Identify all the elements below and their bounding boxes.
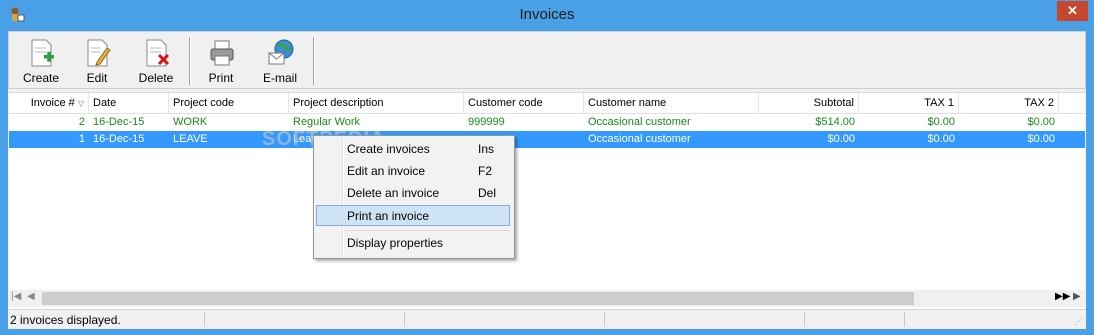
email-label: E-mail bbox=[262, 71, 297, 85]
create-document-icon bbox=[31, 39, 54, 67]
create-label: Create bbox=[22, 71, 60, 85]
menu-item-create-invoices[interactable]: Create invoices Ins bbox=[316, 139, 510, 160]
status-divider bbox=[904, 312, 905, 327]
delete-label: Delete bbox=[138, 71, 174, 85]
menu-item-shortcut: Del bbox=[478, 186, 497, 200]
delete-button[interactable]: Delete bbox=[129, 36, 183, 86]
table-row-selected[interactable]: 1 16-Dec-15 LEAVE Leav Occasional custom… bbox=[9, 131, 1085, 148]
column-header-tax1[interactable]: TAX 1 bbox=[859, 93, 959, 113]
toolbar: Create Edit Delete Print E-mail bbox=[8, 31, 1086, 89]
title-bar: Invoices ✕ bbox=[0, 0, 1094, 30]
toolbar-separator bbox=[189, 37, 191, 85]
status-divider bbox=[404, 312, 405, 327]
scroll-left-icon[interactable]: ◀ bbox=[27, 291, 35, 302]
status-divider bbox=[804, 312, 805, 327]
email-button[interactable]: E-mail bbox=[253, 36, 307, 86]
table-header: Invoice # ▽ Date Project code Project de… bbox=[9, 93, 1085, 114]
edit-button[interactable]: Edit bbox=[70, 36, 124, 86]
toolbar-separator bbox=[313, 37, 315, 85]
scroll-last-icon[interactable]: ▶ bbox=[1073, 291, 1081, 302]
invoices-table: Invoice # ▽ Date Project code Project de… bbox=[9, 92, 1085, 309]
menu-item-shortcut: F2 bbox=[478, 164, 493, 178]
resize-grip-icon[interactable]: ⋰ bbox=[1074, 316, 1083, 327]
print-button[interactable]: Print bbox=[194, 36, 248, 86]
status-bar: 2 invoices displayed. ⋰ bbox=[8, 309, 1086, 329]
context-menu: Create invoices Ins Edit an invoice F2 D… bbox=[313, 135, 515, 259]
column-header-customer-name[interactable]: Customer name bbox=[584, 93, 759, 113]
customer-code: 999999 bbox=[468, 116, 505, 128]
close-button[interactable]: ✕ bbox=[1057, 1, 1088, 21]
column-header-customer-code[interactable]: Customer code bbox=[464, 93, 584, 113]
window-title: Invoices bbox=[519, 6, 575, 23]
menu-item-label: Edit an invoice bbox=[347, 164, 426, 178]
print-label: Print bbox=[208, 71, 234, 85]
sort-descending-icon: ▽ bbox=[77, 99, 84, 108]
status-divider bbox=[204, 312, 205, 327]
column-header-project-description[interactable]: Project description bbox=[289, 93, 464, 113]
menu-item-label: Delete an invoice bbox=[347, 186, 440, 200]
menu-item-label: Display properties bbox=[347, 236, 444, 250]
invoice-number: 2 bbox=[78, 116, 85, 128]
subtotal: $514.00 bbox=[815, 116, 855, 128]
table-row[interactable]: 2 16-Dec-15 WORK Regular Work 999999 Occ… bbox=[9, 114, 1085, 131]
customer-name: Occasional customer bbox=[588, 133, 691, 145]
delete-document-icon bbox=[146, 39, 170, 67]
tax1: $0.00 bbox=[927, 133, 955, 145]
subtotal: $0.00 bbox=[827, 133, 855, 145]
invoice-date: 16-Dec-15 bbox=[93, 116, 145, 128]
menu-item-label: Create invoices bbox=[347, 142, 430, 156]
scrollbar-thumb[interactable] bbox=[42, 292, 914, 305]
menu-separator bbox=[345, 230, 509, 231]
menu-item-delete-invoice[interactable]: Delete an invoice Del bbox=[316, 183, 510, 204]
scroll-first-icon[interactable]: |◀ bbox=[11, 291, 21, 302]
horizontal-scrollbar[interactable]: |◀ ◀ ▶▶ ▶ bbox=[9, 290, 1085, 307]
column-header-subtotal[interactable]: Subtotal bbox=[759, 93, 859, 113]
status-text: 2 invoices displayed. bbox=[10, 313, 121, 327]
menu-item-edit-invoice[interactable]: Edit an invoice F2 bbox=[316, 161, 510, 182]
scroll-right-icon[interactable]: ▶▶ bbox=[1055, 291, 1070, 302]
menu-item-print-invoice[interactable]: Print an invoice bbox=[316, 205, 510, 226]
printer-icon bbox=[210, 40, 234, 66]
menu-item-label: Print an invoice bbox=[347, 209, 430, 223]
column-header-tax2[interactable]: TAX 2 bbox=[959, 93, 1059, 113]
create-button[interactable]: Create bbox=[14, 36, 68, 86]
edit-document-icon bbox=[87, 39, 111, 67]
column-header-project-code[interactable]: Project code bbox=[169, 93, 289, 113]
column-header-label: Invoice # bbox=[30, 97, 75, 109]
invoice-date: 16-Dec-15 bbox=[93, 133, 145, 145]
edit-label: Edit bbox=[86, 71, 108, 85]
column-header-date[interactable]: Date bbox=[89, 93, 169, 113]
column-header-invoice[interactable]: Invoice # ▽ bbox=[9, 93, 89, 113]
email-globe-icon bbox=[268, 39, 294, 65]
invoices-window: Invoices ✕ Create Edit Delete Print E-ma… bbox=[0, 0, 1094, 335]
status-divider bbox=[604, 312, 605, 327]
tax1: $0.00 bbox=[927, 116, 955, 128]
menu-item-display-properties[interactable]: Display properties bbox=[316, 233, 510, 254]
menu-item-shortcut: Ins bbox=[478, 142, 495, 156]
customer-name: Occasional customer bbox=[588, 116, 691, 128]
tax2: $0.00 bbox=[1027, 133, 1055, 145]
tax2: $0.00 bbox=[1027, 116, 1055, 128]
invoice-number: 1 bbox=[78, 133, 85, 145]
client-area: Create Edit Delete Print E-mail Invoice … bbox=[8, 31, 1086, 329]
